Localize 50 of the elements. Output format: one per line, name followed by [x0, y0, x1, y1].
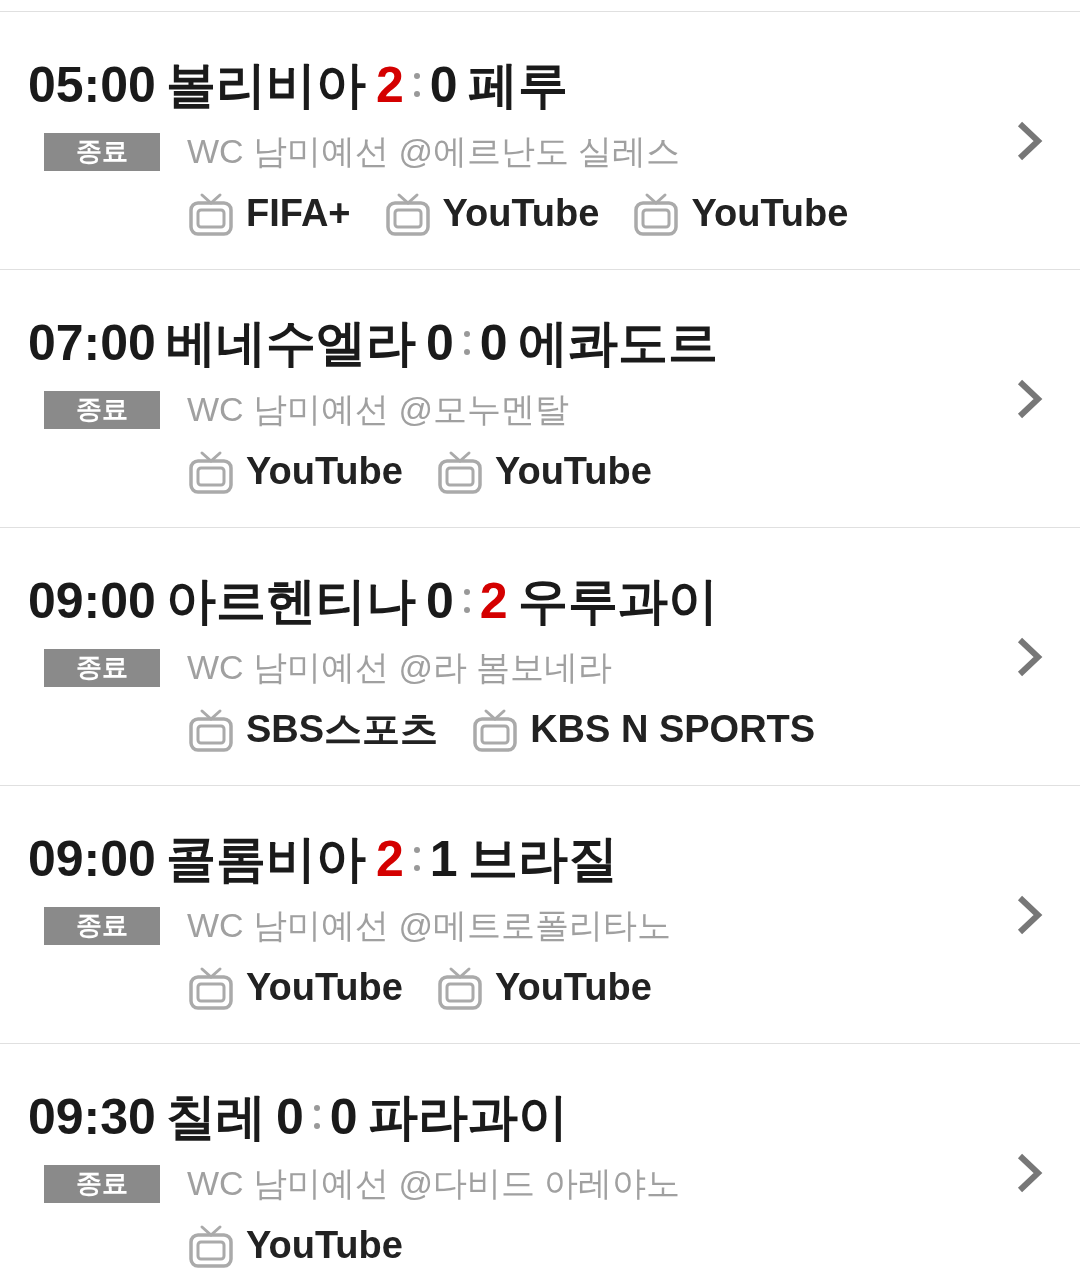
match-time: 05:00	[28, 59, 156, 110]
venue-text: WC 남미예선 @모누멘탈	[187, 389, 570, 430]
home-team: 볼리비아	[165, 59, 366, 110]
status-badge: 종료	[44, 132, 160, 171]
colon-icon	[413, 71, 420, 98]
venue-text: WC 남미예선 @메트로폴리타노	[187, 905, 672, 946]
status-badge: 종료	[44, 1164, 160, 1203]
channel-name: KBS N SPORTS	[530, 707, 816, 752]
home-score: 0	[275, 1091, 304, 1142]
away-score: 2	[479, 575, 508, 626]
match-time: 09:30	[28, 1091, 156, 1142]
away-team: 브라질	[467, 833, 618, 884]
home-score: 0	[425, 575, 454, 626]
home-score: 2	[375, 833, 404, 884]
status-badge: 종료	[44, 648, 160, 687]
home-team: 베네수엘라	[165, 317, 416, 368]
home-score: 2	[375, 59, 404, 110]
match-time: 09:00	[28, 575, 156, 626]
away-team: 에콰도르	[517, 317, 718, 368]
channel-name: YouTube	[442, 191, 600, 236]
match-time: 07:00	[28, 317, 156, 368]
channel-name: YouTube	[494, 965, 652, 1010]
away-score: 0	[479, 317, 508, 368]
venue-text: WC 남미예선 @다비드 아레야노	[187, 1163, 681, 1204]
away-score: 1	[429, 833, 458, 884]
colon-icon	[413, 845, 420, 872]
away-team: 파라과이	[367, 1091, 568, 1142]
away-score: 0	[429, 59, 458, 110]
channel-name: YouTube	[246, 449, 403, 494]
channel-name: YouTube	[691, 191, 849, 236]
away-team: 페루	[467, 59, 568, 110]
colon-icon	[463, 329, 470, 356]
channel-name: YouTube	[246, 1223, 403, 1268]
status-badge: 종료	[44, 906, 160, 945]
venue-text: WC 남미예선 @라 봄보네라	[187, 647, 613, 688]
home-team: 콜롬비아	[165, 833, 366, 884]
home-team: 칠레	[165, 1091, 266, 1142]
match-time: 09:00	[28, 833, 156, 884]
channel-name: SBS스포츠	[246, 707, 439, 752]
home-score: 0	[425, 317, 454, 368]
away-team: 우루과이	[517, 575, 718, 626]
away-score: 0	[329, 1091, 358, 1142]
colon-icon	[463, 587, 470, 614]
colon-icon	[313, 1103, 320, 1130]
channel-name: YouTube	[494, 449, 652, 494]
home-team: 아르헨티나	[165, 575, 416, 626]
channel-name: YouTube	[246, 965, 403, 1010]
venue-text: WC 남미예선 @에르난도 실레스	[187, 131, 681, 172]
channel-name: FIFA+	[246, 191, 351, 236]
status-badge: 종료	[44, 390, 160, 429]
